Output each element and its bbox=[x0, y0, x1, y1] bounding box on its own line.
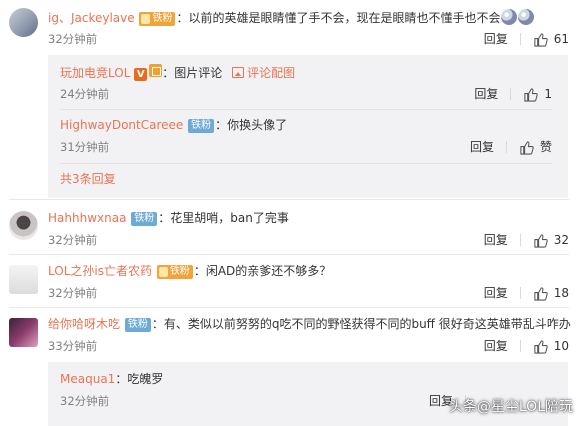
username-link[interactable]: 给你哈呀木吃 bbox=[48, 317, 120, 331]
like-button[interactable]: 61 bbox=[533, 31, 569, 47]
verified-icon: V bbox=[134, 68, 148, 81]
comment-text: ：以前的英雄是眼睛懂了手不会，现在是眼睛也不懂手也不会 bbox=[176, 11, 501, 25]
reply-text: ：图片评论 bbox=[162, 66, 223, 80]
divider bbox=[505, 141, 507, 153]
like-button[interactable]: 赞 bbox=[519, 139, 552, 155]
divider bbox=[510, 88, 512, 100]
like-button[interactable]: 18 bbox=[533, 285, 569, 301]
sub-reply-panel: 玩加电竞LOL V ：图片评论 评论配图 24分钟前 回复 1 HighwayDo… bbox=[48, 55, 568, 198]
username-link[interactable]: Meaqua1 bbox=[60, 372, 115, 386]
fan-badge: 铁粉 bbox=[188, 119, 215, 133]
reply-button[interactable]: 回复 bbox=[484, 232, 508, 248]
fan-badge: 铁粉 bbox=[139, 12, 176, 26]
reply-text: ：你换头像了 bbox=[215, 118, 288, 132]
like-count: 1 bbox=[544, 87, 552, 101]
thumbs-up-icon bbox=[534, 233, 548, 248]
thumbs-up-icon bbox=[520, 140, 534, 155]
reply-button[interactable]: 回复 bbox=[474, 86, 498, 102]
fan-badge: 铁粉 bbox=[131, 212, 158, 226]
reply-text: ：吃魄罗 bbox=[115, 372, 164, 386]
avatar[interactable] bbox=[9, 211, 38, 240]
divider bbox=[519, 234, 521, 246]
username-link[interactable]: HighwayDontCareee bbox=[60, 118, 183, 132]
reply-button[interactable]: 回复 bbox=[484, 285, 508, 301]
like-button[interactable]: 1 bbox=[523, 86, 552, 102]
username-link[interactable]: Hahhhwxnaa bbox=[48, 211, 126, 225]
like-count: 赞 bbox=[539, 140, 552, 154]
avatar[interactable] bbox=[9, 318, 38, 347]
more-replies-link[interactable]: 共3条回复 bbox=[60, 171, 116, 187]
reply-time: 31分钟前 bbox=[60, 140, 110, 154]
divider bbox=[519, 287, 521, 299]
like-count: 61 bbox=[553, 32, 569, 46]
thumbs-up-icon bbox=[534, 32, 548, 47]
reply-button[interactable]: 回复 bbox=[484, 31, 508, 47]
emoji-icon bbox=[501, 9, 518, 25]
comment-time: 33分钟前 bbox=[48, 339, 98, 353]
comment-time: 32分钟前 bbox=[48, 233, 98, 247]
comment-time: 32分钟前 bbox=[48, 32, 98, 46]
sub-reply-item: HighwayDontCareee 铁粉 ：你换头像了 31分钟前 回复 赞 bbox=[60, 117, 568, 161]
thumbs-up-icon bbox=[524, 87, 539, 102]
comment-image-link[interactable]: 评论配图 bbox=[232, 66, 295, 80]
comment-text: ：闲AD的亲爹还不够多？ bbox=[193, 264, 332, 278]
reply-time: 24分钟前 bbox=[60, 87, 110, 101]
thumbs-up-icon bbox=[534, 286, 548, 301]
comment-text: ：花里胡哨，ban了完事 bbox=[158, 211, 289, 225]
comment-item: ig、Jackeylave 铁粉 ：以前的英雄是眼睛懂了手不会，现在是眼睛也不懂手… bbox=[0, 0, 585, 200]
like-button[interactable]: 10 bbox=[533, 338, 569, 354]
divider bbox=[60, 109, 552, 110]
divider bbox=[519, 33, 521, 45]
avatar[interactable] bbox=[9, 265, 38, 294]
image-icon bbox=[232, 67, 245, 78]
divider bbox=[60, 163, 552, 164]
comment-item: Hahhhwxnaa 铁粉 ：花里胡哨，ban了完事 32分钟前 回复 32 bbox=[0, 200, 585, 253]
username-link[interactable]: LOL之孙is亡者农药 bbox=[48, 264, 152, 278]
emoji-icon bbox=[518, 9, 535, 25]
reply-button[interactable]: 回复 bbox=[470, 139, 494, 155]
member-icon bbox=[149, 64, 163, 77]
sub-reply-panel: Meaqua1：吃魄罗 32分钟前 回复 bbox=[48, 362, 568, 426]
like-count: 10 bbox=[553, 339, 569, 353]
divider bbox=[519, 340, 521, 352]
watermark: 头条@星尘LOL陪玩 bbox=[448, 399, 573, 415]
username-link[interactable]: ig、Jackeylave bbox=[48, 11, 135, 25]
username-link[interactable]: 玩加电竞LOL bbox=[60, 66, 130, 80]
reply-time: 32分钟前 bbox=[60, 394, 110, 408]
fan-badge: 铁粉 bbox=[124, 318, 151, 332]
like-count: 32 bbox=[553, 233, 569, 247]
fan-badge: 铁粉 bbox=[156, 265, 193, 279]
comment-text: ：有、类似以前努努的q吃不同的野怪获得不同的buff 很好奇这英雄带乱斗咋办 bbox=[151, 317, 571, 331]
comment-item: LOL之孙is亡者农药 铁粉 ：闲AD的亲爹还不够多？ 32分钟前 回复 18 bbox=[0, 255, 585, 307]
comment-time: 32分钟前 bbox=[48, 286, 98, 300]
like-button[interactable]: 32 bbox=[533, 232, 569, 248]
thumbs-up-icon bbox=[534, 339, 548, 354]
avatar[interactable] bbox=[9, 8, 38, 37]
sub-reply-item: 玩加电竞LOL V ：图片评论 评论配图 24分钟前 回复 1 bbox=[60, 64, 568, 108]
like-count: 18 bbox=[553, 286, 569, 300]
reply-button[interactable]: 回复 bbox=[484, 338, 508, 354]
